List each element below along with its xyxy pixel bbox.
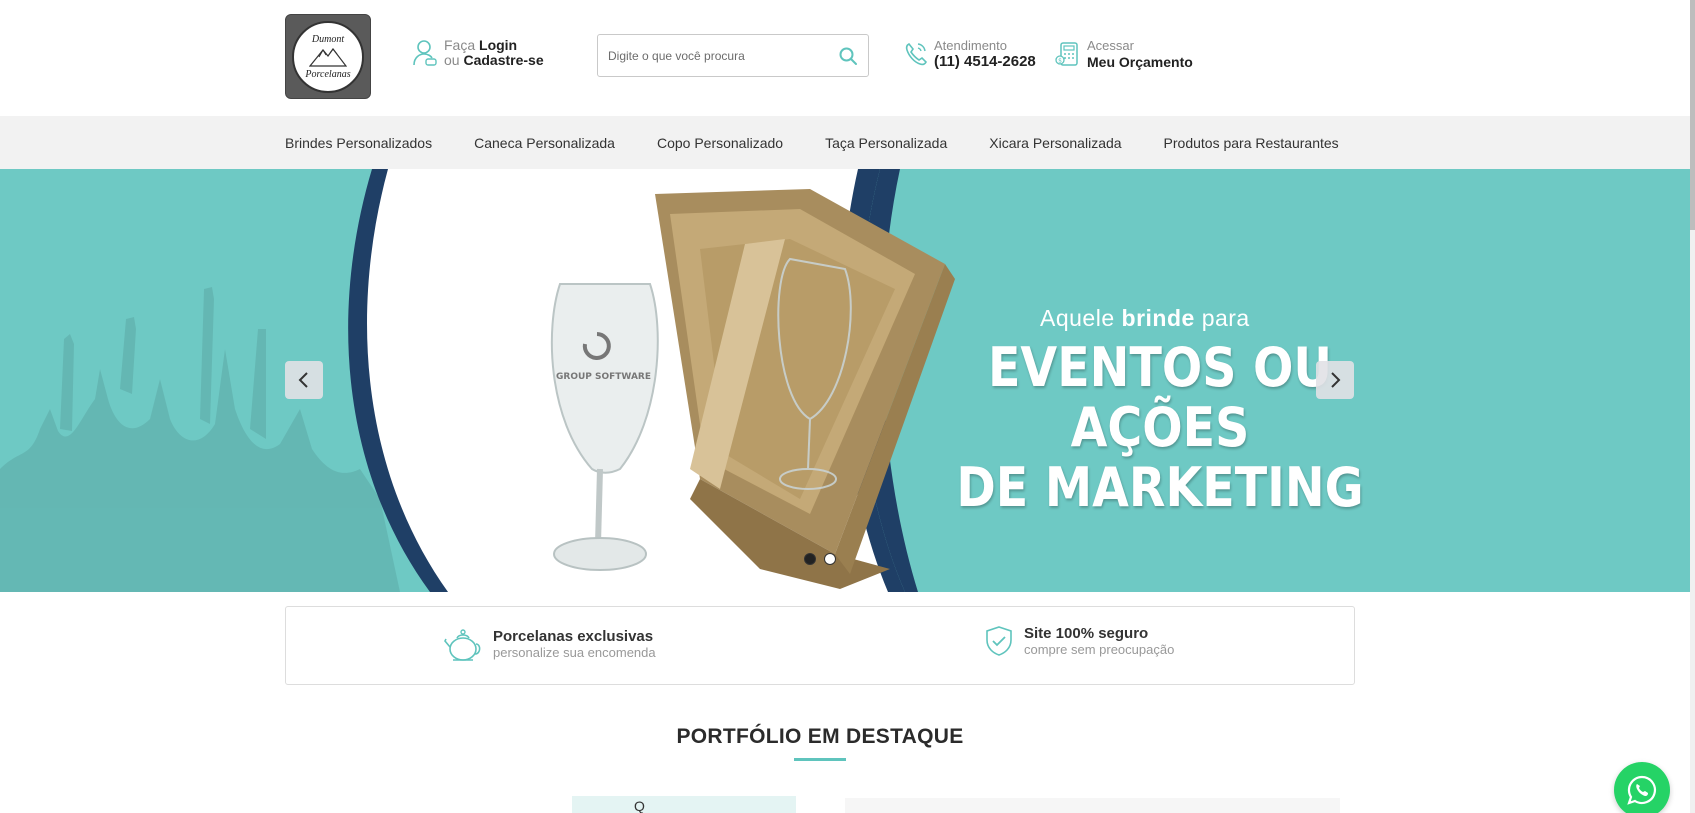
headline-line-1: EVENTOS OU AÇÕES — [987, 336, 1333, 459]
phone-icon — [905, 42, 927, 66]
nav-item-caneca[interactable]: Caneca Personalizada — [474, 135, 615, 151]
scrollbar-thumb[interactable] — [1690, 0, 1695, 230]
feature-porcelain-subtitle: personalize sua encomenda — [493, 645, 656, 660]
nav-item-taca[interactable]: Taça Personalizada — [825, 135, 947, 151]
user-icon — [413, 40, 437, 66]
banner-headline: EVENTOS OU AÇÕES DE MARKETING — [953, 338, 1367, 518]
tagline-post: para — [1201, 305, 1250, 331]
shield-check-icon — [986, 626, 1012, 656]
carousel-dot-1[interactable] — [804, 553, 816, 565]
carousel-dot-2[interactable] — [824, 553, 836, 565]
feature-porcelain: Porcelanas exclusivas personalize sua en… — [443, 625, 656, 663]
whatsapp-icon — [1627, 775, 1657, 805]
logo-text-bottom: Porcelanas — [305, 68, 351, 80]
quote-link[interactable]: $ Acessar Meu Orçamento — [1055, 38, 1193, 70]
portfolio-title: PORTFÓLIO EM DESTAQUE — [676, 725, 964, 748]
login-or: ou — [444, 52, 460, 68]
svg-text:$: $ — [1058, 58, 1062, 65]
nav-item-restaurantes[interactable]: Produtos para Restaurantes — [1164, 135, 1339, 151]
search-input[interactable] — [608, 45, 828, 67]
carousel-prev-button[interactable] — [285, 361, 323, 399]
features-bar: Porcelanas exclusivas personalize sua en… — [285, 606, 1355, 685]
nav-item-brindes[interactable]: Brindes Personalizados — [285, 135, 432, 151]
portfolio-title-underline — [794, 758, 846, 761]
banner-artwork: GROUP SOFTWARE — [0, 169, 955, 592]
chevron-right-icon — [1331, 372, 1341, 388]
support-phone[interactable]: (11) 4514-2628 — [934, 54, 1036, 70]
page-scrollbar[interactable] — [1690, 0, 1695, 813]
main-nav: Brindes Personalizados Caneca Personaliz… — [0, 116, 1690, 169]
feature-secure-title: Site 100% seguro — [1024, 625, 1149, 642]
whatsapp-button[interactable] — [1614, 762, 1670, 813]
login-prefix: Faça — [444, 37, 476, 53]
site-header: Dumont Porcelanas Faça Login ou Cadastre… — [0, 0, 1690, 116]
login-link[interactable]: Login — [479, 37, 517, 53]
portfolio-thumb-text: Q — [634, 798, 645, 813]
teapot-icon — [444, 629, 481, 661]
quote-label: Acessar — [1087, 38, 1134, 53]
support-label: Atendimento — [934, 38, 1007, 53]
register-link[interactable]: Cadastre-se — [463, 52, 543, 68]
portfolio-thumb-2[interactable] — [845, 798, 1340, 813]
tagline-pre: Aquele — [1040, 305, 1115, 331]
login-area[interactable]: Faça Login ou Cadastre-se — [412, 38, 544, 68]
nav-item-xicara[interactable]: Xicara Personalizada — [989, 135, 1121, 151]
carousel-dots — [804, 553, 836, 565]
logo-badge: Dumont Porcelanas — [292, 20, 364, 93]
site-logo[interactable]: Dumont Porcelanas — [285, 14, 371, 99]
quote-calculator-icon: $ — [1055, 42, 1078, 66]
feature-porcelain-title: Porcelanas exclusivas — [493, 628, 654, 645]
nav-item-copo[interactable]: Copo Personalizado — [657, 135, 783, 151]
headline-line-2: DE MARKETING — [956, 456, 1364, 519]
hero-banner[interactable]: GROUP SOFTWARE Aquele brinde para EVENTO… — [0, 169, 1690, 592]
quote-link-text[interactable]: Meu Orçamento — [1087, 54, 1193, 70]
logo-text-top: Dumont — [311, 33, 345, 45]
support-contact[interactable]: Atendimento (11) 4514-2628 — [904, 38, 1036, 70]
tagline-bold: brinde — [1121, 305, 1195, 331]
banner-tagline: Aquele brinde para — [1040, 305, 1250, 332]
feature-secure-subtitle: compre sem preocupação — [1024, 642, 1175, 657]
mountain-icon — [309, 47, 347, 67]
chevron-left-icon — [298, 372, 308, 388]
portfolio-thumb-1[interactable]: Q — [572, 796, 796, 813]
crowd-silhouette — [0, 287, 400, 592]
glass-print-text: GROUP SOFTWARE — [556, 372, 651, 382]
carousel-next-button[interactable] — [1316, 361, 1354, 399]
search-icon[interactable] — [838, 46, 858, 66]
feature-secure: Site 100% seguro compre sem preocupação — [984, 625, 1174, 657]
search-box — [597, 34, 869, 77]
